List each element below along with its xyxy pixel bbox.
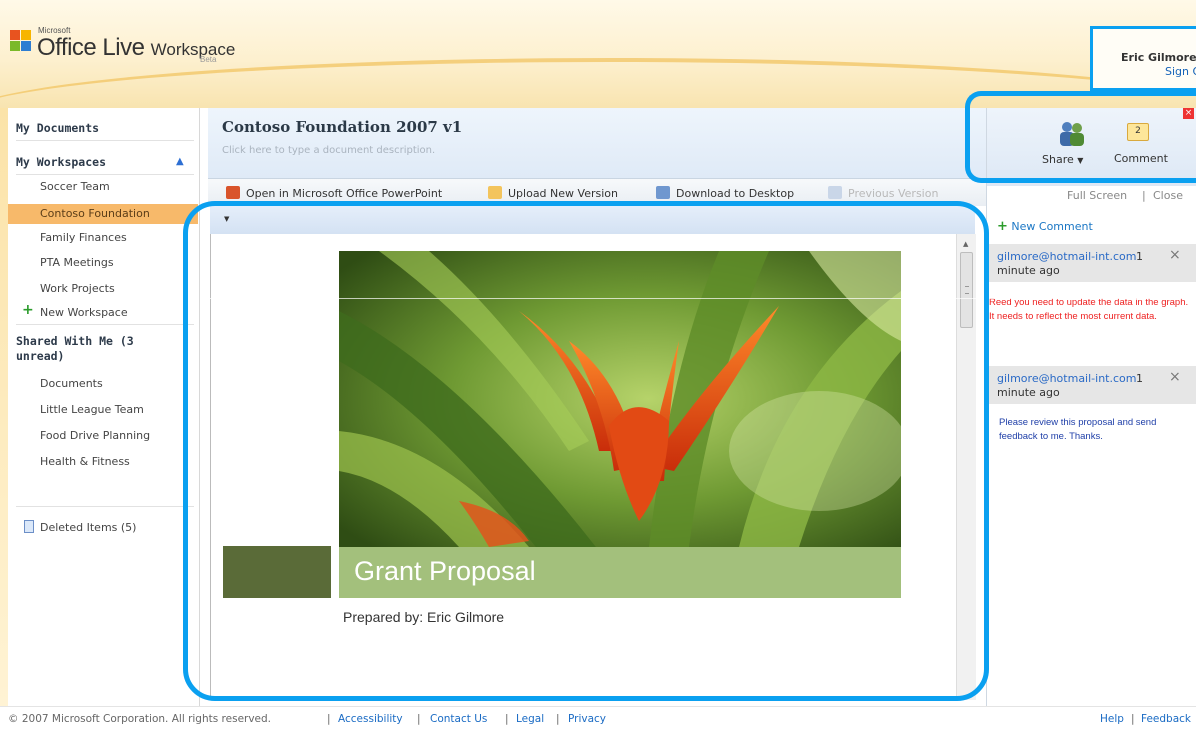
user-account-box: Eric Gilmore Sign Out	[1090, 26, 1196, 91]
help-link[interactable]: Help	[1100, 713, 1124, 725]
my-workspaces-heading[interactable]: My Workspaces	[16, 155, 106, 169]
sidebar-item-pta-meetings[interactable]: PTA Meetings	[40, 256, 114, 269]
link-separator: |	[1142, 189, 1146, 202]
footer-separator: |	[1131, 713, 1135, 725]
document-header: Contoso Foundation 2007 v1 Click here to…	[208, 108, 986, 178]
nav-divider	[16, 324, 194, 325]
deleted-items-link[interactable]: Deleted Items (5)	[40, 521, 136, 534]
comment-button[interactable]: Comment	[1114, 152, 1168, 165]
delete-comment-icon[interactable]: ×	[1169, 369, 1181, 385]
left-navigation: My Documents My Workspaces ▲ Soccer Team…	[0, 108, 200, 706]
comments-panel: Share ▼ 2 Comment × Full Screen | Close …	[986, 108, 1196, 706]
comment-time: minute ago	[997, 264, 1060, 277]
comment-header: gilmore@hotmail-int.com 1 minute ago ×	[987, 366, 1196, 404]
share-button[interactable]: Share ▼	[1042, 153, 1083, 166]
view-options-row: Full Screen | Close	[987, 186, 1196, 208]
nav-accent-strip	[0, 108, 8, 706]
comment-header: gilmore@hotmail-int.com 1 minute ago ×	[987, 244, 1196, 282]
share-comment-bar: Share ▼ 2 Comment ×	[987, 108, 1196, 186]
overlay-line	[208, 298, 1196, 299]
close-link[interactable]: Close	[1153, 189, 1183, 202]
viewer-options-bar: ▼	[210, 206, 975, 234]
comment-count-icon[interactable]: 2	[1127, 123, 1149, 141]
slide-subtitle: Prepared by: Eric Gilmore	[343, 609, 505, 625]
upload-new-version-button[interactable]: Upload New Version	[488, 186, 618, 200]
powerpoint-icon	[226, 186, 240, 199]
my-documents-link[interactable]: My Documents	[16, 121, 99, 135]
comment-author[interactable]: gilmore@hotmail-int.com	[997, 250, 1136, 263]
download-icon	[656, 186, 670, 199]
dropdown-arrow-icon[interactable]: ▼	[224, 215, 229, 223]
recycle-bin-icon	[24, 520, 34, 533]
footer-separator: |	[505, 713, 509, 725]
comment-text: Reed you need to update the data in the …	[989, 297, 1189, 322]
collapse-chevron-icon[interactable]: ▲	[176, 156, 184, 167]
plus-icon: +	[22, 302, 34, 318]
header-swoosh	[0, 58, 1196, 108]
sidebar-item-little-league[interactable]: Little League Team	[40, 403, 144, 416]
copyright-text: © 2007 Microsoft Corporation. All rights…	[8, 713, 272, 725]
comment-text: Please review this proposal and send fee…	[999, 417, 1157, 442]
legal-link[interactable]: Legal	[516, 713, 544, 725]
slide-accent-block	[223, 546, 331, 598]
contact-us-link[interactable]: Contact Us	[430, 713, 487, 725]
slide-flower-photo	[339, 251, 901, 547]
new-comment-link[interactable]: + New Comment	[997, 219, 1093, 234]
app-header: Microsoft Office Live Workspace Beta Eri…	[0, 0, 1196, 108]
sidebar-item-food-drive[interactable]: Food Drive Planning	[40, 429, 150, 442]
document-description-field[interactable]: Click here to type a document descriptio…	[222, 145, 435, 156]
shared-with-me-heading[interactable]: Shared With Me (3 unread)	[16, 334, 176, 364]
slide-title-band: Grant Proposal	[339, 547, 901, 598]
nav-divider	[16, 174, 194, 175]
sidebar-item-health-fitness[interactable]: Health & Fitness	[40, 455, 130, 468]
full-screen-link[interactable]: Full Screen	[1067, 189, 1127, 202]
people-icon	[1060, 122, 1084, 146]
chevron-down-icon: ▼	[1077, 156, 1084, 165]
footer-separator: |	[556, 713, 560, 725]
folder-upload-icon	[488, 186, 502, 199]
delete-comment-icon[interactable]: ×	[1169, 247, 1181, 263]
slide-viewer: Grant Proposal Prepared by: Eric Gilmore…	[210, 234, 976, 700]
privacy-link[interactable]: Privacy	[568, 713, 606, 725]
download-to-desktop-button[interactable]: Download to Desktop	[656, 186, 794, 200]
previous-version-icon	[828, 186, 842, 199]
sidebar-item-work-projects[interactable]: Work Projects	[40, 282, 115, 295]
footer-separator: |	[327, 713, 331, 725]
feedback-link[interactable]: Feedback	[1141, 713, 1191, 725]
sign-out-link[interactable]: Sign Out	[1165, 65, 1196, 78]
user-name: Eric Gilmore	[1121, 51, 1196, 64]
footer-separator: |	[417, 713, 421, 725]
comment-age-number: 1	[1136, 250, 1143, 263]
new-workspace-link[interactable]: New Workspace	[40, 306, 128, 319]
nav-divider	[16, 506, 194, 507]
document-toolbar: Open in Microsoft Office PowerPoint Uplo…	[208, 178, 986, 206]
sidebar-item-contoso-foundation[interactable]: Contoso Foundation	[8, 204, 198, 224]
open-in-powerpoint-button[interactable]: Open in Microsoft Office PowerPoint	[226, 186, 442, 200]
accessibility-link[interactable]: Accessibility	[338, 713, 403, 725]
grip-icon	[965, 286, 969, 294]
plus-icon: +	[997, 219, 1008, 234]
scrollbar-thumb[interactable]	[960, 252, 973, 328]
viewer-scrollbar[interactable]: ▲	[956, 234, 976, 700]
close-icon[interactable]: ×	[1183, 108, 1194, 119]
page-footer: © 2007 Microsoft Corporation. All rights…	[0, 706, 1196, 730]
previous-version-button[interactable]: Previous Version	[828, 186, 938, 200]
comment-author[interactable]: gilmore@hotmail-int.com	[997, 372, 1136, 385]
comment-age-number: 1	[1136, 372, 1143, 385]
document-title: Contoso Foundation 2007 v1	[222, 118, 463, 136]
sidebar-item-documents[interactable]: Documents	[40, 377, 103, 390]
sidebar-item-family-finances[interactable]: Family Finances	[40, 231, 127, 244]
scroll-up-icon[interactable]: ▲	[963, 240, 968, 248]
slide-title: Grant Proposal	[354, 556, 536, 586]
nav-divider	[16, 140, 194, 141]
comment-time: minute ago	[997, 386, 1060, 399]
beta-label: Beta	[200, 55, 217, 64]
office-logo-icon	[10, 30, 32, 52]
sidebar-item-soccer-team[interactable]: Soccer Team	[40, 180, 110, 193]
